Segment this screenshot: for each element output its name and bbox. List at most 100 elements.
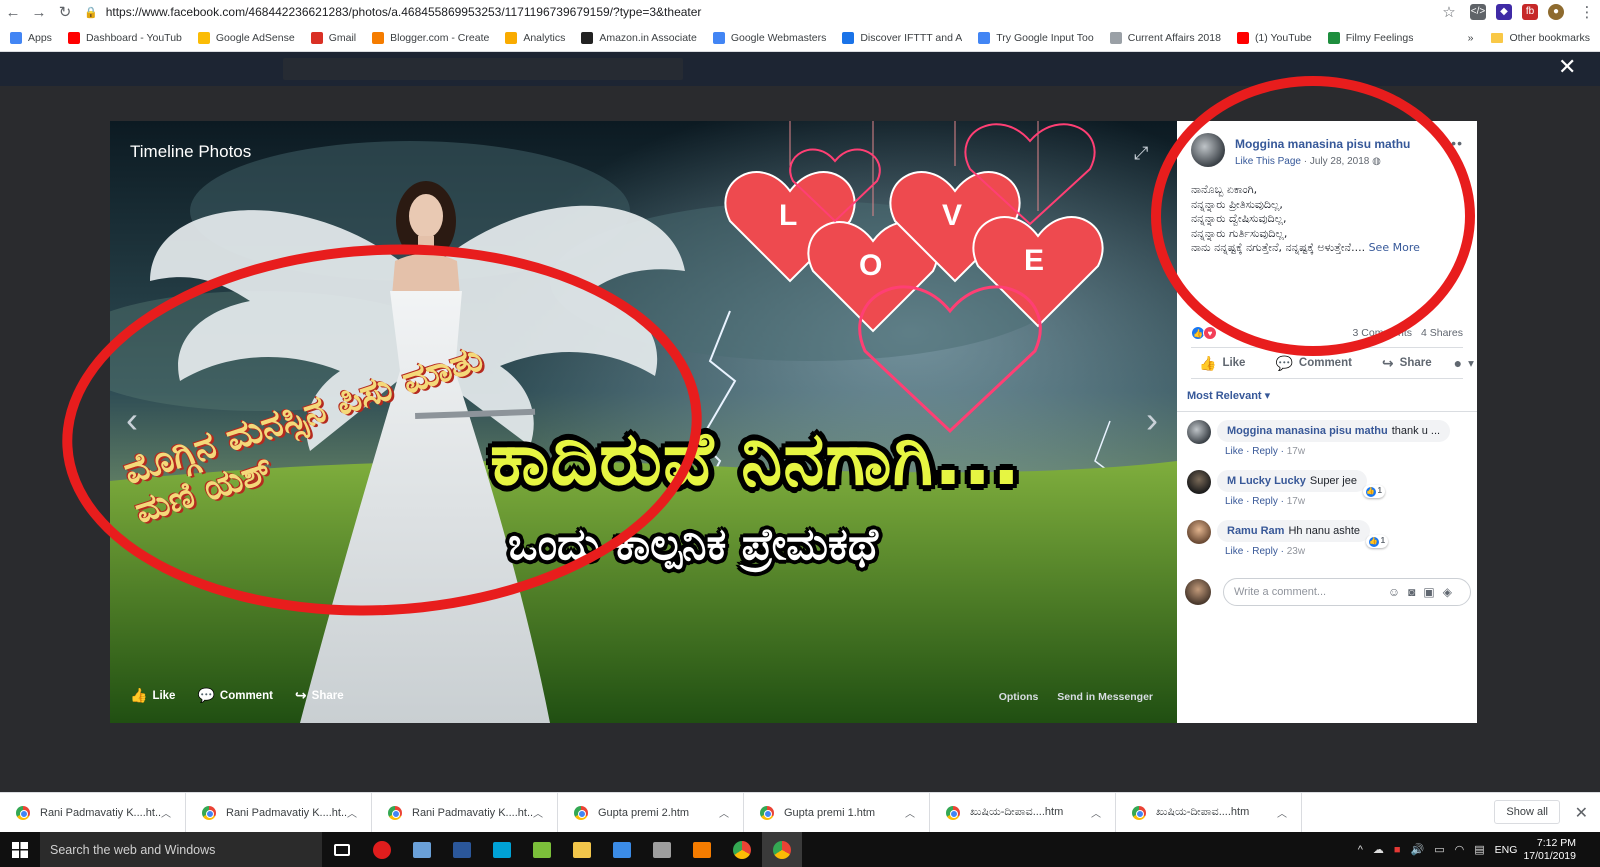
language-indicator[interactable]: ENG [1495, 844, 1518, 856]
other-bookmarks[interactable]: » Other bookmarks [1459, 24, 1590, 51]
opera-icon[interactable] [362, 832, 402, 867]
menu-icon[interactable]: ⋮ [1574, 3, 1600, 21]
chrome-icon[interactable] [722, 832, 762, 867]
extension-icon[interactable]: </> [1470, 4, 1486, 20]
comment-author[interactable]: Moggina manasina pisu mathu [1227, 425, 1388, 437]
bookmark-item[interactable]: Filmy Feelings [1327, 31, 1413, 44]
download-item[interactable]: Gupta premi 1.htm ︿ [744, 792, 930, 833]
bookmark-item[interactable]: Blogger.com - Create [372, 31, 489, 44]
comment-time[interactable]: 17w [1287, 496, 1305, 507]
download-item[interactable]: Rani Padmavatiy K....ht... ︿ [372, 792, 558, 833]
extension-icon[interactable]: fb [1522, 4, 1538, 20]
chevron-up-icon[interactable]: ︿ [905, 805, 915, 820]
paint-icon[interactable] [682, 832, 722, 867]
post-date[interactable]: July 28, 2018 [1310, 156, 1370, 167]
comment-like-link[interactable]: Like [1225, 546, 1243, 557]
battery-icon[interactable]: ▭ [1434, 843, 1444, 856]
notification-icon[interactable]: ▤ [1474, 843, 1484, 856]
profile-avatar[interactable]: ● [1548, 4, 1564, 20]
comment-sort-dropdown[interactable]: Most Relevant ▾ [1187, 389, 1270, 402]
camera-icon[interactable]: ◙ [1408, 585, 1423, 599]
bookmark-item[interactable]: Dashboard - YouTub [67, 31, 182, 44]
sticker-icon[interactable]: ◈ [1443, 585, 1460, 599]
expand-icon[interactable]: ⤢ [1134, 143, 1148, 164]
download-item[interactable]: ಖುಷಿಯ-ದೀಪಾವ....htm ︿ [1116, 792, 1302, 833]
bookmark-item[interactable]: Gmail [310, 31, 356, 44]
photo-share-button[interactable]: ↪ Share [295, 687, 344, 704]
options-link[interactable]: Options [999, 691, 1039, 703]
bookmark-item[interactable]: Google Webmasters [712, 31, 826, 44]
more-options-icon[interactable]: ••• [1445, 135, 1463, 151]
like-page-link[interactable]: Like This Page [1235, 156, 1301, 167]
onedrive-icon[interactable]: ☁ [1373, 843, 1384, 856]
like-button[interactable]: 👍 Like [1199, 355, 1245, 372]
file-explorer-icon[interactable] [562, 832, 602, 867]
comment-like-link[interactable]: Like [1225, 446, 1243, 457]
previous-photo-icon[interactable]: ‹ [126, 399, 138, 441]
reload-icon[interactable]: ↻ [52, 3, 78, 21]
chrome-active-icon[interactable] [762, 832, 802, 867]
chevron-up-icon[interactable]: ︿ [1091, 805, 1101, 820]
page-name-link[interactable]: Moggina manasina pisu mathu [1235, 137, 1410, 151]
download-item[interactable]: Rani Padmavatiy K....ht... ︿ [186, 792, 372, 833]
see-more-link[interactable]: See More [1369, 241, 1420, 254]
commenter-avatar[interactable] [1187, 470, 1211, 494]
bookmark-item[interactable]: Analytics [505, 31, 565, 44]
bookmark-item[interactable]: Try Google Input Too [978, 31, 1094, 44]
computer-icon[interactable] [402, 832, 442, 867]
close-downloads-icon[interactable]: ✕ [1575, 803, 1588, 823]
back-icon[interactable]: ← [0, 4, 26, 21]
comment-like-link[interactable]: Like [1225, 496, 1243, 507]
photo-comment-button[interactable]: 💬 Comment [197, 687, 272, 704]
url-text[interactable]: https://www.facebook.com/468442236621283… [106, 5, 702, 19]
photo-viewer[interactable]: L O V E ಮೊಗ್ಗಿನ ಮನಸ್ಸಿನ ಪಿಸು ಮಾತು ಮಣಿ ಯಶ… [110, 121, 1177, 723]
word-icon[interactable] [442, 832, 482, 867]
camera-app-icon[interactable] [642, 832, 682, 867]
comment-reply-link[interactable]: Reply [1252, 546, 1278, 557]
share-button[interactable]: ↪ Share [1382, 355, 1432, 372]
chevron-double-right-icon[interactable]: » [1468, 32, 1474, 44]
photoshop-icon[interactable] [482, 832, 522, 867]
gif-icon[interactable]: ▣ [1423, 585, 1442, 599]
wifi-icon[interactable]: ◠ [1455, 843, 1465, 856]
download-item[interactable]: Rani Padmavatiy K....ht... ︿ [0, 792, 186, 833]
store-icon[interactable] [602, 832, 642, 867]
bookmark-item[interactable]: Google AdSense [197, 31, 295, 44]
download-item[interactable]: ಖುಷಿಯ-ದೀಪಾವ....htm ︿ [930, 792, 1116, 833]
photo-like-button[interactable]: 👍 Like [130, 687, 175, 704]
forward-icon[interactable]: → [26, 4, 52, 21]
comment-time[interactable]: 17w [1287, 446, 1305, 457]
page-avatar[interactable] [1191, 133, 1225, 167]
post-as-selector[interactable]: ● ▾ [1454, 355, 1474, 371]
extension-icon[interactable]: ◆ [1496, 4, 1512, 20]
chevron-up-icon[interactable]: ︿ [1277, 805, 1287, 820]
chevron-up-icon[interactable]: ︿ [347, 805, 357, 820]
address-bar[interactable]: 🔒 https://www.facebook.com/4684422366212… [84, 2, 1428, 22]
clock[interactable]: 7:12 PM 17/01/2019 [1523, 837, 1576, 863]
emoji-icon[interactable]: ☺ [1388, 585, 1408, 599]
comment-like-badge[interactable]: 👍 1 [1365, 535, 1389, 548]
bookmark-item[interactable]: (1) YouTube [1236, 31, 1312, 44]
chevron-up-icon[interactable]: ︿ [161, 805, 171, 820]
bookmark-item[interactable]: Discover IFTTT and A [842, 31, 962, 44]
chevron-up-icon[interactable]: ^ [1358, 844, 1363, 856]
bookmark-item[interactable]: Current Affairs 2018 [1109, 31, 1221, 44]
comment-author[interactable]: Ramu Ram [1227, 525, 1284, 537]
comment-input[interactable]: Write a comment... ☺◙▣◈ [1223, 578, 1471, 606]
comment-button[interactable]: 💬 Comment [1275, 355, 1351, 372]
chevron-up-icon[interactable]: ︿ [533, 805, 543, 820]
comment-author[interactable]: M Lucky Lucky [1227, 475, 1306, 487]
comment-reply-link[interactable]: Reply [1252, 446, 1278, 457]
next-photo-icon[interactable]: › [1146, 399, 1158, 441]
notepad-icon[interactable] [522, 832, 562, 867]
download-item[interactable]: Gupta premi 2.htm ︿ [558, 792, 744, 833]
commenter-avatar[interactable] [1187, 520, 1211, 544]
star-icon[interactable]: ☆ [1436, 3, 1462, 21]
comment-like-badge[interactable]: 👍 1 [1362, 485, 1385, 498]
comment-time[interactable]: 23w [1287, 546, 1305, 557]
task-view-icon[interactable] [322, 832, 362, 867]
share-count-link[interactable]: 4 Shares [1421, 327, 1463, 339]
love-reaction-icon[interactable]: ♥ [1203, 326, 1217, 340]
volume-icon[interactable]: 🔊 [1411, 843, 1425, 856]
chevron-up-icon[interactable]: ︿ [719, 805, 729, 820]
